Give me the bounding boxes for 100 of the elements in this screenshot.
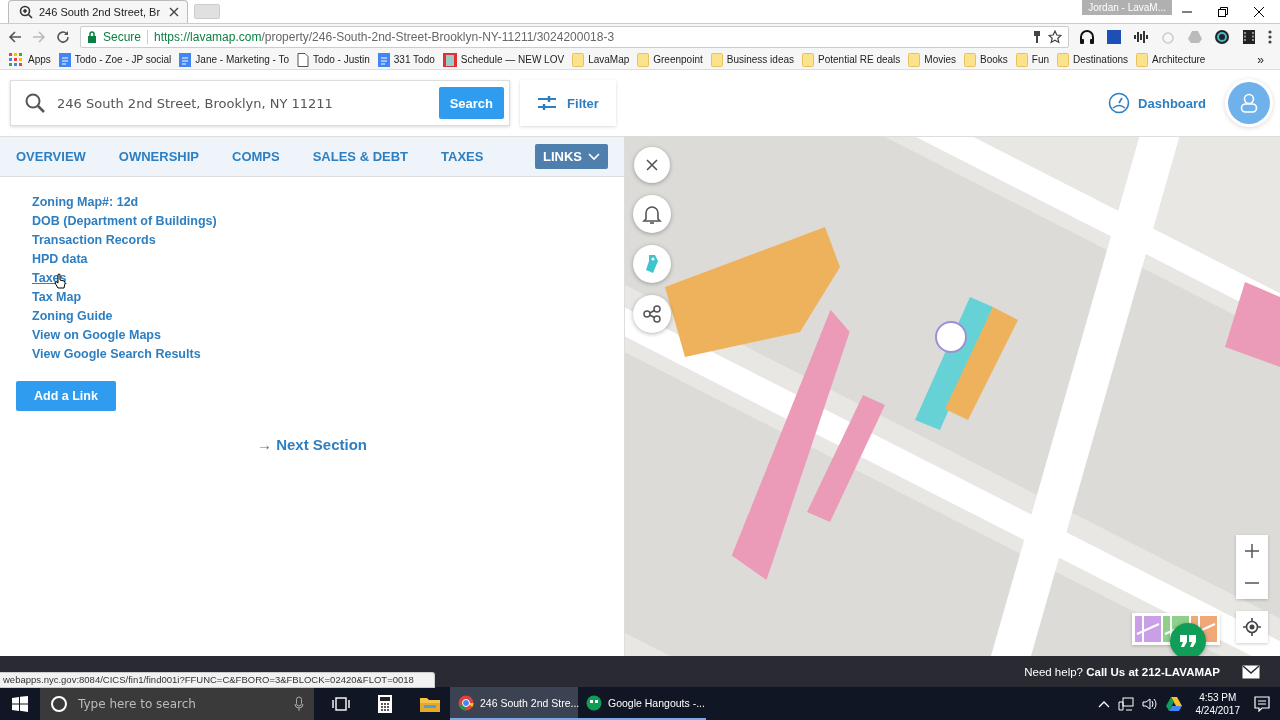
folder-icon	[710, 52, 723, 67]
task-view-icon[interactable]	[332, 695, 350, 712]
section-tab[interactable]: LINKS	[535, 144, 608, 169]
drive-icon[interactable]	[1165, 696, 1182, 711]
dashboard-link[interactable]: Dashboard	[1108, 92, 1206, 114]
taskbar-app[interactable]: Google Hangouts -...	[578, 687, 706, 720]
quote-icon	[1179, 634, 1197, 648]
folder-icon	[964, 52, 976, 67]
folder-icon	[1136, 52, 1149, 67]
bookmark[interactable]: Books	[964, 52, 1008, 67]
section-tab[interactable]: OWNERSHIP	[118, 149, 199, 164]
close-icon[interactable]	[169, 7, 179, 17]
calendar-icon	[442, 52, 457, 67]
apps-grid-icon	[8, 51, 24, 68]
microphone-icon	[294, 695, 304, 712]
link[interactable]: HPD data	[32, 251, 88, 267]
section-tab[interactable]: SALES & DEBT	[312, 149, 409, 164]
taskbar-search-bar[interactable]: Type here to search	[40, 687, 314, 720]
clock-time[interactable]: 4:53 PM	[1199, 690, 1237, 704]
tag-icon	[643, 253, 661, 275]
taskbar-app[interactable]: 246 South 2nd Stre...	[450, 687, 578, 720]
secure-label: Secure	[103, 30, 149, 44]
folder-icon	[572, 52, 585, 67]
restore-icon[interactable]	[1218, 6, 1228, 17]
bookmark[interactable]: Todo - Zoe - JP social	[58, 52, 172, 67]
close-icon[interactable]	[1254, 6, 1264, 17]
filter-button[interactable]: Filter	[520, 80, 616, 126]
sliders-icon	[537, 95, 558, 111]
help-text: Need help? Call Us at 212-LAVAMAP	[1024, 665, 1220, 678]
chevron-down-icon	[588, 152, 600, 161]
more-bookmarks-button[interactable]: »	[1257, 52, 1272, 67]
section-tab[interactable]: OVERVIEW	[16, 149, 86, 164]
chat-icon	[586, 694, 602, 711]
folder-icon[interactable]	[420, 695, 440, 712]
user-icon	[1240, 93, 1258, 113]
tab-title: 246 South 2nd Street, Br	[39, 6, 162, 18]
gauge-icon	[1108, 92, 1131, 114]
bookmark[interactable]: Jane - Marketing - To	[179, 52, 290, 67]
bookmark[interactable]: Business ideas	[710, 52, 794, 67]
bookmark[interactable]: Architecture	[1136, 52, 1206, 67]
next-section-link[interactable]: → Next Section	[257, 436, 367, 453]
bookmark[interactable]: LavaMap	[572, 52, 630, 67]
bookmark[interactable]: Greenpoint	[637, 52, 703, 67]
link[interactable]: Zoning Map#: 12d	[32, 194, 139, 210]
calculator-icon[interactable]	[378, 694, 392, 713]
address-bar[interactable]: Secure https://lavamap.com/property/246-South-2nd-Street-Brooklyn-NY-11211/3024200018-3	[80, 26, 1069, 48]
share-icon	[642, 304, 662, 324]
bookmark[interactable]: Schedule — NEW LOV	[442, 52, 565, 67]
search-input[interactable]: Type here to search	[76, 695, 286, 712]
film-icon[interactable]	[1241, 29, 1257, 45]
clock-date[interactable]: 4/24/2017	[1195, 703, 1240, 717]
reload-icon[interactable]	[56, 30, 70, 44]
minus-icon	[1244, 582, 1260, 584]
lock-icon	[87, 31, 97, 43]
key-icon[interactable]	[1032, 30, 1042, 44]
search-field[interactable]: 246 South 2nd Street, Brooklyn, NY 11211 Search	[10, 80, 510, 126]
link[interactable]: Transaction Records	[32, 232, 156, 248]
headphones-icon[interactable]	[1079, 29, 1095, 45]
section-tab[interactable]: TAXES	[441, 149, 484, 164]
plus-icon	[1244, 543, 1260, 559]
volume-icon[interactable]	[1141, 696, 1158, 711]
bookmark[interactable]: Potential RE deals	[802, 52, 901, 67]
folder-icon	[802, 52, 814, 67]
folder-icon	[908, 52, 921, 67]
link[interactable]: View on Google Maps	[32, 327, 161, 343]
bell-icon	[642, 203, 662, 225]
locate-button[interactable]	[1236, 611, 1268, 643]
extension-icon[interactable]	[1106, 29, 1122, 45]
folder-icon	[1057, 52, 1069, 67]
link[interactable]: DOB (Department of Buildings)	[32, 213, 217, 229]
sound-wave-icon[interactable]	[1133, 29, 1149, 45]
windows-start-icon[interactable]	[12, 695, 28, 712]
link[interactable]: Tax Map	[32, 289, 82, 305]
chevron-up-icon[interactable]	[1097, 699, 1110, 708]
folder-icon	[1015, 52, 1028, 67]
search-icon	[25, 93, 45, 113]
url-text: https://lavamap.com/property/246-South-2nd-Street-Brooklyn-NY-11211/3024200018-3	[154, 30, 615, 44]
back-icon[interactable]	[8, 30, 22, 44]
browser-tab[interactable]: 246 South 2nd Street, Br	[8, 0, 188, 23]
browser-icon	[458, 694, 474, 711]
crosshair-icon	[1243, 618, 1261, 636]
network-icon[interactable]	[1117, 696, 1134, 711]
bookmark[interactable]: Movies	[908, 52, 956, 67]
link[interactable]: Zoning Guide	[32, 308, 113, 324]
cortana-icon	[50, 694, 68, 713]
bookmark[interactable]: 331 Todo	[377, 52, 435, 67]
star-icon[interactable]	[1048, 30, 1062, 44]
notifications-icon[interactable]	[1254, 695, 1270, 712]
bookmark[interactable]: Todo - Justin	[297, 52, 370, 67]
mail-icon[interactable]	[1242, 664, 1260, 679]
search-icon	[19, 5, 33, 19]
link[interactable]: View Google Search Results	[32, 346, 201, 362]
bookmark[interactable]: Apps	[8, 51, 51, 68]
section-tab[interactable]: COMPS	[232, 149, 280, 164]
folder-icon	[637, 52, 650, 67]
menu-icon[interactable]	[1268, 29, 1272, 45]
close-icon	[646, 159, 658, 171]
bookmark[interactable]: Destinations	[1057, 52, 1129, 67]
bookmark[interactable]: Fun	[1015, 52, 1049, 67]
color-wheel-icon[interactable]	[1214, 29, 1230, 45]
